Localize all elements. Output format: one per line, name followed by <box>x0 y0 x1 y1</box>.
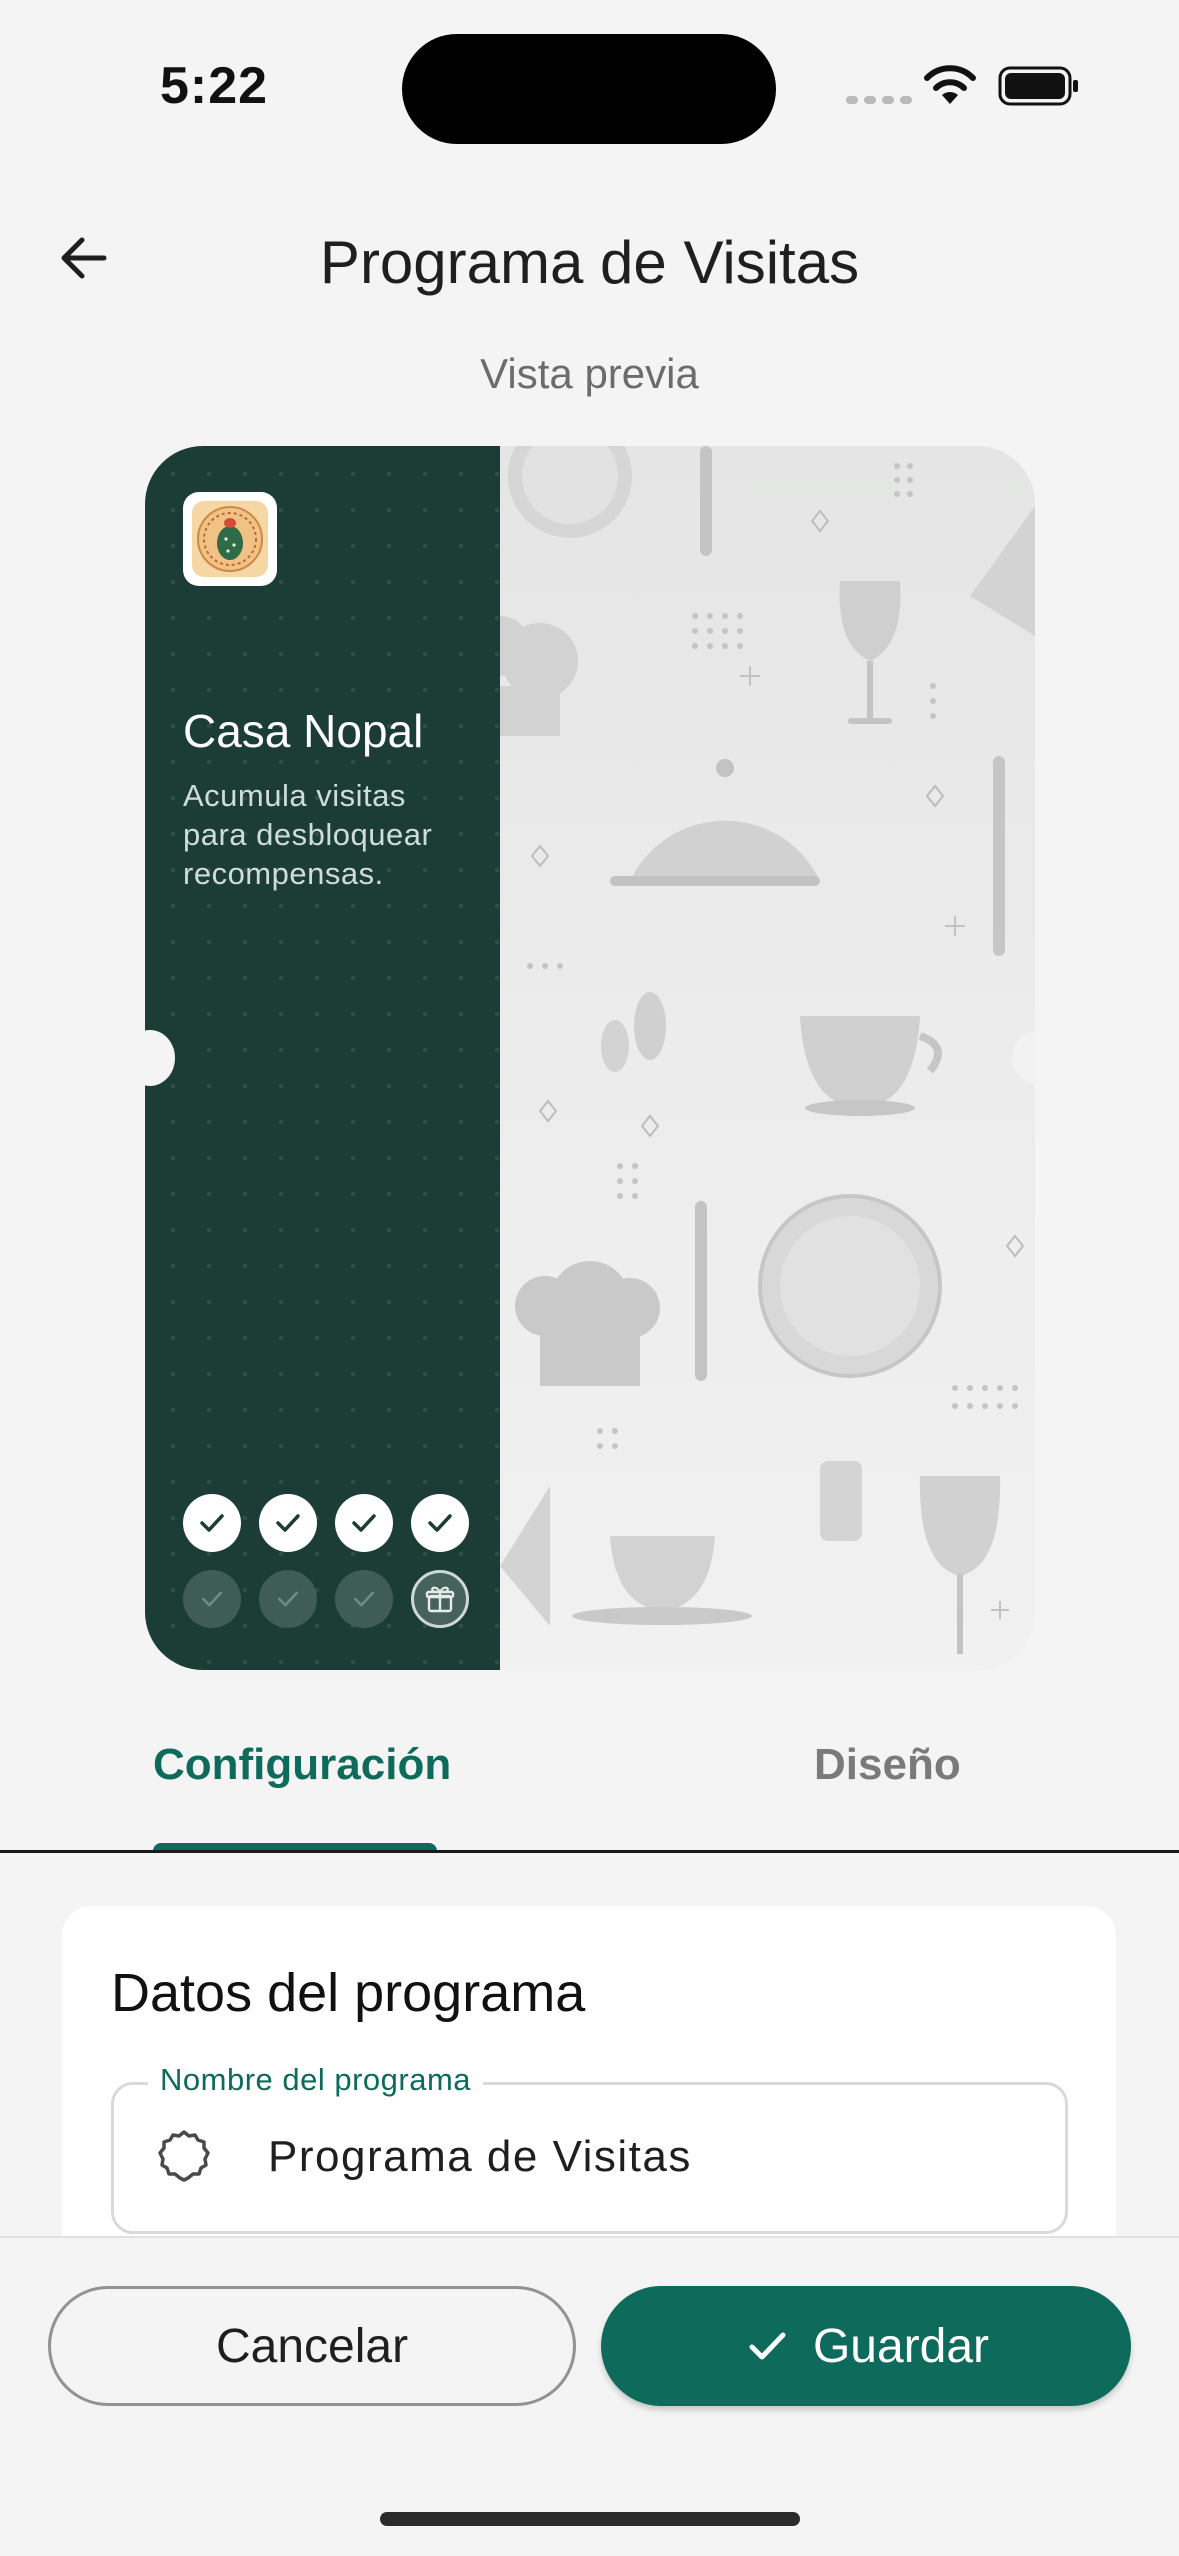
stamp-filled <box>183 1494 241 1552</box>
status-bar: 5:22 <box>0 0 1179 160</box>
loyalty-card-preview: Casa Nopal Acumula visitas para desbloqu… <box>145 446 1035 1670</box>
check-icon <box>201 1591 223 1607</box>
section-title: Datos del programa <box>111 1963 586 2023</box>
cancel-button[interactable]: Cancelar <box>48 2286 576 2406</box>
card-description: Acumula visitas para desbloquear recompe… <box>183 778 433 891</box>
stamp-grid <box>183 1494 469 1628</box>
wifi-icon <box>924 65 976 104</box>
stamp-filled <box>335 1494 393 1552</box>
stamp-filled <box>259 1494 317 1552</box>
page-title: Programa de Visitas <box>319 229 860 296</box>
card-brand-panel: Casa Nopal Acumula visitas para desbloqu… <box>145 446 500 1670</box>
dynamic-island <box>402 34 776 144</box>
program-name-input[interactable]: Programa de Visitas <box>268 2132 692 2182</box>
program-name-label: Nombre del programa <box>148 2062 484 2098</box>
status-time: 5:22 <box>160 57 269 115</box>
brand-name: Casa Nopal <box>183 705 424 757</box>
stamp-empty <box>335 1570 393 1628</box>
restaurant-pattern-illustration <box>500 446 1035 1654</box>
brand-logo <box>183 492 277 586</box>
check-icon <box>352 1514 376 1532</box>
home-indicator <box>380 2512 800 2526</box>
tab-divider <box>0 1850 1179 1853</box>
battery-icon <box>998 66 1078 106</box>
save-button[interactable]: Guardar <box>601 2286 1131 2406</box>
save-button-label: Guardar <box>812 2319 990 2373</box>
stamp-reward <box>411 1570 469 1628</box>
gift-icon <box>425 1586 455 1613</box>
check-icon <box>277 1591 299 1607</box>
check-icon <box>276 1514 300 1532</box>
preview-label: Vista previa <box>480 350 699 397</box>
cactus-logo-icon <box>192 501 268 577</box>
card-notch-right <box>1012 1032 1058 1084</box>
tab-diseno[interactable]: Diseño <box>814 1740 961 1790</box>
stamp-filled <box>411 1494 469 1552</box>
check-icon <box>749 2332 786 2360</box>
cellular-signal-icon <box>846 96 912 104</box>
card-pattern-panel <box>500 446 1035 1670</box>
tab-configuracion[interactable]: Configuración <box>153 1740 451 1790</box>
stamp-empty <box>259 1570 317 1628</box>
check-icon <box>353 1591 375 1607</box>
check-icon <box>428 1514 452 1532</box>
badge-icon <box>158 2130 210 2182</box>
check-icon <box>200 1514 224 1532</box>
card-notch-left <box>125 1030 175 1086</box>
stamp-empty <box>183 1570 241 1628</box>
